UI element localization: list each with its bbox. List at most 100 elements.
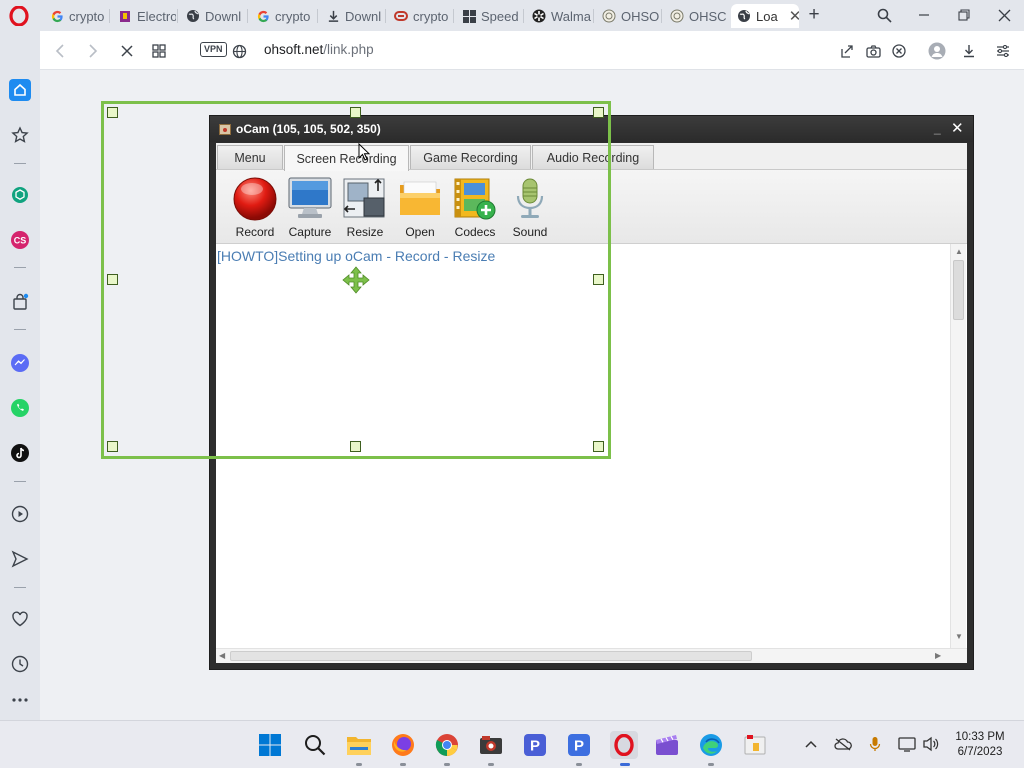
forward-icon[interactable] xyxy=(82,40,104,62)
vertical-scrollbar[interactable]: ▲ ▼ xyxy=(950,244,966,648)
onedrive-cloud-icon[interactable] xyxy=(834,735,852,753)
horizontal-scroll-thumb[interactable] xyxy=(230,651,752,661)
shopping-bag-icon[interactable] xyxy=(9,291,31,313)
volume-speaker-icon[interactable] xyxy=(922,735,940,753)
sound-button[interactable]: Sound xyxy=(504,176,556,242)
firefox-icon[interactable] xyxy=(390,732,416,758)
close-window-icon[interactable] xyxy=(992,4,1016,26)
tab-game-recording[interactable]: Game Recording xyxy=(410,145,531,169)
resize-handle-top-right[interactable] xyxy=(593,107,604,118)
tab-audio-recording[interactable]: Audio Recording xyxy=(532,145,654,169)
tab-9[interactable]: OHSO xyxy=(596,4,660,28)
share-icon[interactable] xyxy=(836,40,858,62)
back-icon[interactable] xyxy=(49,40,71,62)
chatgpt-icon[interactable] xyxy=(9,184,31,206)
site-info-globe-icon[interactable] xyxy=(228,40,250,62)
edge-icon[interactable] xyxy=(698,732,724,758)
close-tab-icon[interactable]: ✕ xyxy=(789,7,799,25)
more-options-icon[interactable] xyxy=(9,689,31,711)
sound-label: Sound xyxy=(512,225,548,239)
resize-handle-left[interactable] xyxy=(107,274,118,285)
chrome-icon[interactable] xyxy=(434,732,460,758)
tab-4[interactable]: crypto xyxy=(250,4,316,28)
resize-handle-bottom-left[interactable] xyxy=(107,441,118,452)
scroll-left-arrow-icon[interactable]: ◀ xyxy=(219,651,225,660)
tab-6[interactable]: crypto xyxy=(388,4,452,28)
resize-handle-top-left[interactable] xyxy=(107,107,118,118)
open-button[interactable]: Open xyxy=(394,176,446,242)
tab-8[interactable]: Walma xyxy=(526,4,592,28)
tab-overview-icon[interactable] xyxy=(148,40,170,62)
tab-7[interactable]: Speed xyxy=(456,4,522,28)
vertical-scroll-thumb[interactable] xyxy=(953,260,964,320)
messenger-icon[interactable] xyxy=(9,352,31,374)
scroll-up-arrow-icon[interactable]: ▲ xyxy=(955,247,963,256)
minimize-window-icon[interactable] xyxy=(912,4,936,26)
pdf-app-icon[interactable]: P xyxy=(522,732,548,758)
howto-link[interactable]: [HOWTO]Setting up oCam - Record - Resize xyxy=(217,248,495,264)
taskbar-clock[interactable]: 10:33 PM 6/7/2023 xyxy=(950,730,1010,760)
show-hidden-icons-chevron-icon[interactable] xyxy=(802,735,820,753)
ocam-close-icon[interactable]: ✕ xyxy=(951,119,964,137)
file-explorer-icon[interactable] xyxy=(346,732,372,758)
send-flow-icon[interactable] xyxy=(9,548,31,570)
profile-avatar-icon[interactable] xyxy=(926,40,948,62)
tiktok-icon[interactable] xyxy=(9,442,31,464)
pinboard-heart-icon[interactable] xyxy=(9,608,31,630)
horizontal-scrollbar[interactable]: ◀ ▶ xyxy=(216,648,967,663)
codecs-button[interactable]: Codecs xyxy=(449,176,501,242)
tab-11-active[interactable]: Loa ✕ xyxy=(731,4,799,28)
chatsonic-icon[interactable]: CS xyxy=(9,229,31,251)
opera-logo-icon[interactable] xyxy=(9,6,29,26)
resize-handle-right[interactable] xyxy=(593,274,604,285)
folder-icon xyxy=(400,181,440,215)
resize-handle-bottom-right[interactable] xyxy=(593,441,604,452)
move-arrows-icon[interactable] xyxy=(342,266,370,294)
bookmarks-star-icon[interactable] xyxy=(9,124,31,146)
snapshot-camera-icon[interactable] xyxy=(862,40,884,62)
new-tab-button[interactable]: + xyxy=(802,4,826,26)
video-editor-icon[interactable] xyxy=(654,732,680,758)
url-field[interactable]: ohsoft.net/link.php xyxy=(264,42,374,57)
network-icon[interactable] xyxy=(898,735,916,753)
pdf-editor-icon[interactable]: P xyxy=(566,732,592,758)
resize-handle-top[interactable] xyxy=(350,107,361,118)
search-tabs-icon[interactable] xyxy=(872,4,896,26)
scroll-down-arrow-icon[interactable]: ▼ xyxy=(955,632,963,641)
tab-1[interactable]: crypto xyxy=(44,4,108,28)
record-icon xyxy=(233,177,277,221)
downloads-icon[interactable] xyxy=(958,40,980,62)
opera-taskbar-icon[interactable] xyxy=(610,731,638,759)
microphone-tray-icon[interactable] xyxy=(866,735,884,753)
start-windows-icon[interactable] xyxy=(257,732,283,758)
capture-tool-icon[interactable] xyxy=(742,732,768,758)
resize-handle-bottom[interactable] xyxy=(350,441,361,452)
ocam-taskbar-icon[interactable] xyxy=(478,732,504,758)
tab-10[interactable]: OHSC xyxy=(664,4,730,28)
capture-button[interactable]: Capture xyxy=(284,176,336,242)
resize-button[interactable]: Resize xyxy=(339,176,391,242)
tab-2[interactable]: Electro xyxy=(112,4,176,28)
tab-menu[interactable]: Menu xyxy=(217,145,283,169)
adblock-icon[interactable] xyxy=(888,40,910,62)
mouse-cursor-icon xyxy=(358,143,370,161)
home-icon[interactable] xyxy=(9,79,31,101)
player-icon[interactable] xyxy=(9,503,31,525)
history-clock-icon[interactable] xyxy=(9,653,31,675)
ocam-minimize-icon[interactable]: _ xyxy=(934,121,941,135)
record-button[interactable]: Record xyxy=(229,176,281,242)
vpn-badge[interactable]: VPN xyxy=(200,42,227,57)
tab-screen-recording[interactable]: Screen Recording xyxy=(284,145,409,171)
ocam-title-bar[interactable]: oCam (105, 105, 502, 350) _ ✕ xyxy=(210,116,973,142)
scroll-right-arrow-icon[interactable]: ▶ xyxy=(935,651,941,660)
google-icon xyxy=(256,9,270,23)
whatsapp-icon[interactable] xyxy=(9,397,31,419)
ocam-toolbar: Record Capture Resize Open Codecs Sound xyxy=(216,170,967,244)
stop-loading-icon[interactable] xyxy=(116,40,138,62)
tab-5[interactable]: Downl xyxy=(320,4,384,28)
grid-icon xyxy=(462,9,476,23)
tab-3[interactable]: Downl xyxy=(180,4,246,28)
easy-setup-icon[interactable] xyxy=(992,40,1014,62)
taskbar-search-icon[interactable] xyxy=(302,732,328,758)
restore-window-icon[interactable] xyxy=(952,4,976,26)
